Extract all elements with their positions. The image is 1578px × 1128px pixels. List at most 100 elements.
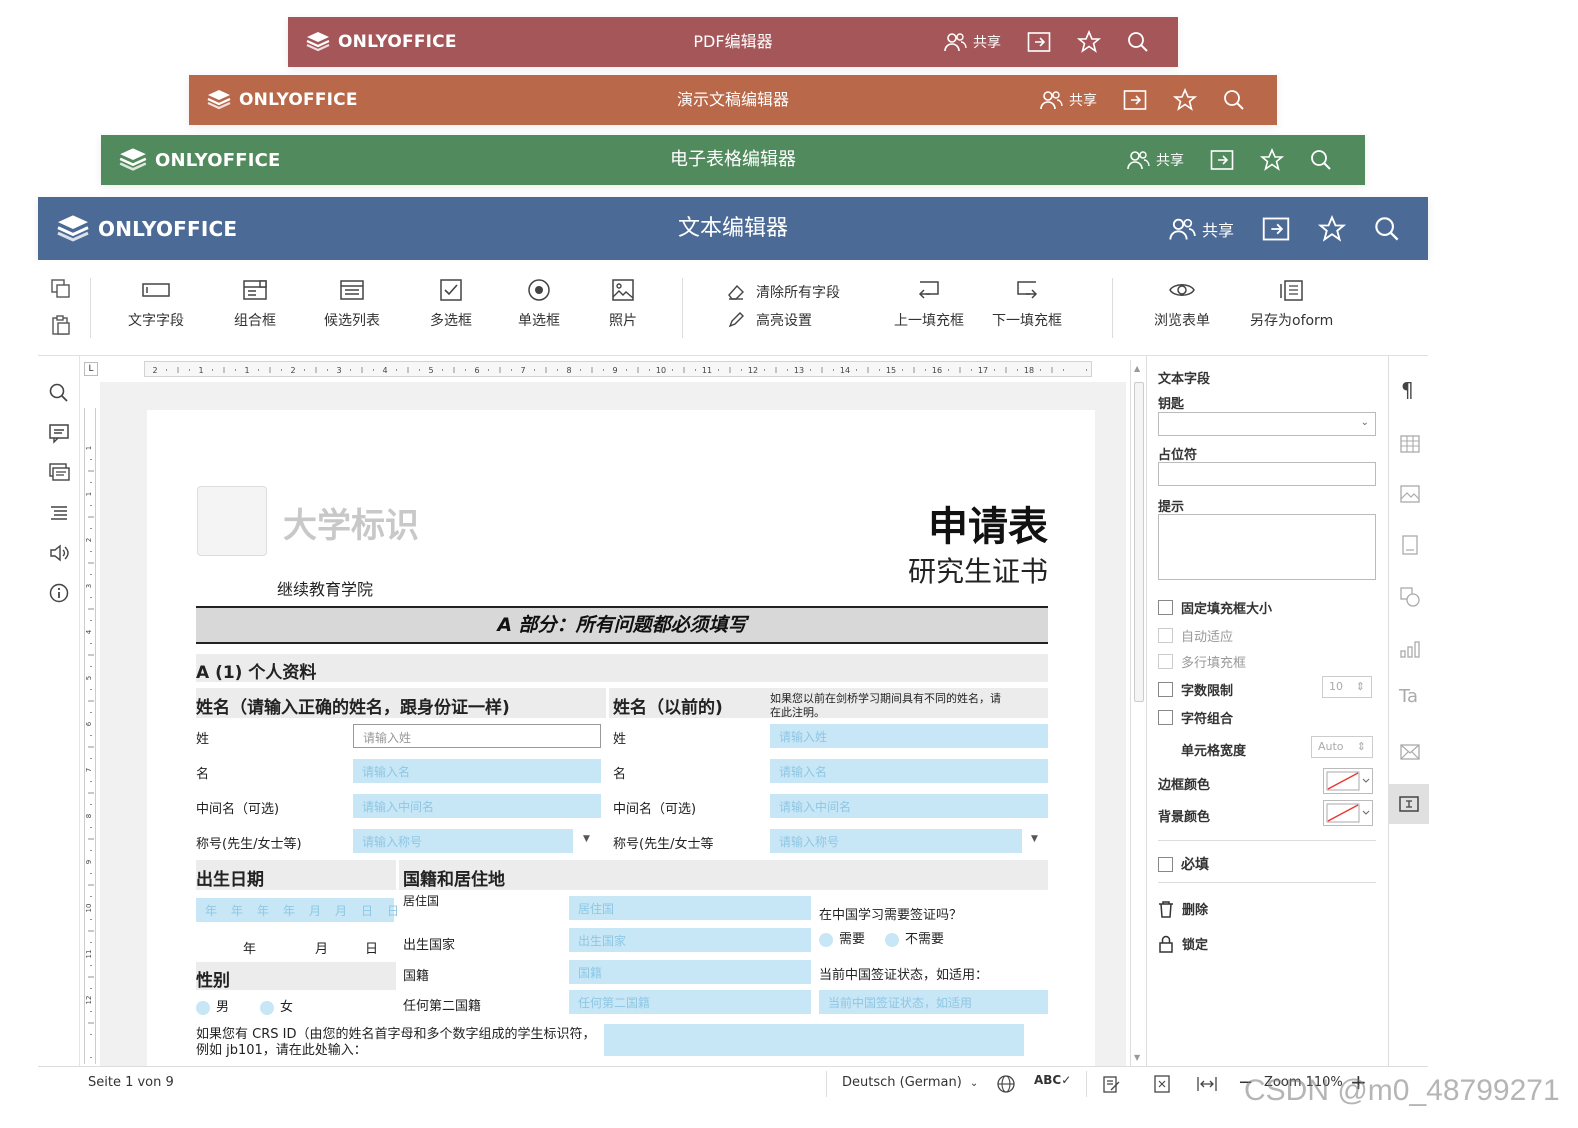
- nationality-field[interactable]: 国籍: [569, 960, 811, 984]
- radio-icon[interactable]: [196, 1000, 210, 1015]
- dob-field[interactable]: 年 年 年 年 月 月 日 日: [196, 898, 399, 922]
- shape-icon[interactable]: [1399, 586, 1421, 608]
- middle-name-field[interactable]: 请输入中间名: [353, 794, 601, 818]
- dropdown-list-button[interactable]: 候选列表: [324, 278, 380, 330]
- image-settings-icon[interactable]: [1399, 484, 1421, 504]
- view-form-button[interactable]: 浏览表单: [1154, 278, 1210, 330]
- scroll-up-icon[interactable]: ▲: [1134, 364, 1140, 373]
- fit-page-icon[interactable]: [1152, 1074, 1172, 1094]
- checkbox-box[interactable]: [1158, 682, 1173, 697]
- tip-textarea[interactable]: [1158, 514, 1376, 580]
- scroll-thumb[interactable]: [1134, 382, 1144, 702]
- vertical-scrollbar[interactable]: ▲ ▼: [1130, 360, 1146, 1066]
- comments-icon[interactable]: [48, 422, 70, 444]
- language-select[interactable]: Deutsch (German) ⌄: [842, 1075, 978, 1090]
- highlight-settings-button[interactable]: 高亮设置: [726, 310, 812, 330]
- checkbox-box[interactable]: [1158, 654, 1173, 669]
- form-settings-tab-active[interactable]: [1389, 784, 1429, 824]
- star-icon[interactable]: [1077, 30, 1101, 54]
- ruler-corner[interactable]: L: [84, 362, 98, 376]
- open-location-icon[interactable]: [1027, 31, 1051, 53]
- cell-width-spinner[interactable]: Auto ⇕: [1311, 736, 1373, 758]
- share-button[interactable]: 共享: [943, 31, 1001, 53]
- char-limit-spinner[interactable]: 10 ⇕: [1322, 676, 1372, 698]
- checkbox-box[interactable]: [1158, 710, 1173, 725]
- birth-country-field[interactable]: 出生国家: [569, 928, 811, 952]
- search-icon[interactable]: [48, 382, 70, 404]
- fixed-size-checkbox[interactable]: 固定填充框大小: [1158, 598, 1272, 617]
- combo-box-button[interactable]: 组合框: [234, 278, 276, 330]
- title-field[interactable]: 请输入称号: [353, 829, 573, 853]
- page-indicator[interactable]: Seite 1 von 9: [88, 1075, 174, 1090]
- required-checkbox[interactable]: 必填: [1158, 854, 1209, 874]
- spinner-arrows-icon[interactable]: ⇕: [1356, 680, 1365, 693]
- prev-title-field[interactable]: 请输入称号: [770, 829, 1022, 853]
- given-name-field[interactable]: 请输入名: [353, 759, 601, 783]
- search-icon[interactable]: [1127, 31, 1149, 53]
- save-as-oform-button[interactable]: 另存为oform: [1250, 278, 1333, 330]
- open-location-icon[interactable]: [1210, 149, 1234, 171]
- spellcheck-icon[interactable]: ABC✓: [1034, 1073, 1071, 1087]
- radio-icon[interactable]: [819, 932, 833, 947]
- lock-button[interactable]: 锁定: [1158, 934, 1208, 953]
- share-button[interactable]: 共享: [1168, 216, 1234, 242]
- vertical-ruler[interactable]: 1 1 2 3 4 5 6 7 8 9 10 11 12: [84, 408, 96, 1064]
- dropdown-arrow-icon[interactable]: ▼: [583, 834, 590, 844]
- header-footer-icon[interactable]: [1399, 534, 1421, 556]
- text-field-button[interactable]: 文字字段: [128, 278, 184, 330]
- text-art-icon[interactable]: Ta: [1399, 686, 1418, 707]
- info-icon[interactable]: [48, 582, 70, 604]
- gender-female-option[interactable]: 女: [260, 996, 293, 1015]
- copy-icon[interactable]: [50, 278, 72, 300]
- multiline-checkbox[interactable]: 多行填充框: [1158, 652, 1246, 671]
- star-icon[interactable]: [1318, 214, 1347, 243]
- table-icon[interactable]: [1399, 434, 1421, 454]
- navigation-icon[interactable]: [48, 502, 70, 524]
- scroll-down-icon[interactable]: ▼: [1134, 1053, 1140, 1062]
- image-button[interactable]: 照片: [608, 278, 638, 330]
- chat-icon[interactable]: [48, 462, 70, 484]
- search-icon[interactable]: [1374, 216, 1400, 242]
- prev-given-name-field[interactable]: 请输入名: [770, 759, 1048, 783]
- open-location-icon[interactable]: [1262, 216, 1290, 242]
- spinner-arrows-icon[interactable]: ⇕: [1357, 740, 1366, 753]
- clear-fields-button[interactable]: 清除所有字段: [726, 282, 840, 302]
- gender-male-option[interactable]: 男: [196, 996, 229, 1015]
- checkbox-button[interactable]: 多选框: [430, 278, 472, 330]
- delete-button[interactable]: 删除: [1158, 899, 1208, 918]
- crs-id-field[interactable]: [604, 1024, 1024, 1056]
- checkbox-box[interactable]: [1158, 856, 1173, 872]
- radio-icon[interactable]: [885, 932, 899, 947]
- second-nationality-field[interactable]: 任何第二国籍: [569, 990, 811, 1014]
- share-button[interactable]: 共享: [1039, 89, 1097, 111]
- residence-field[interactable]: 居住国: [569, 896, 811, 920]
- horizontal-ruler[interactable]: 2 1 1 2 3 4 5 6 7 8 9 10 11 12 13 14 15 16 17 18: [144, 361, 1092, 377]
- bg-color-picker[interactable]: [1323, 800, 1373, 826]
- border-color-picker[interactable]: [1323, 768, 1373, 794]
- checkbox-box[interactable]: [1158, 600, 1173, 615]
- comb-checkbox[interactable]: 字符组合: [1158, 708, 1233, 727]
- star-icon[interactable]: [1173, 88, 1197, 112]
- key-select[interactable]: ⌄: [1158, 412, 1376, 436]
- prev-middle-name-field[interactable]: 请输入中间名: [770, 794, 1048, 818]
- visa-yes-option[interactable]: 需要: [819, 928, 865, 947]
- globe-icon[interactable]: [996, 1074, 1016, 1094]
- mail-merge-icon[interactable]: [1399, 742, 1421, 762]
- autofit-checkbox[interactable]: 自动适应: [1158, 626, 1233, 645]
- search-icon[interactable]: [1310, 149, 1332, 171]
- radio-icon[interactable]: [260, 1000, 274, 1015]
- next-field-button[interactable]: 下一填充框: [992, 278, 1062, 330]
- surname-field[interactable]: 请输入姓: [353, 724, 601, 748]
- chart-icon[interactable]: [1399, 638, 1421, 660]
- paragraph-icon[interactable]: ¶: [1401, 378, 1414, 402]
- previous-field-button[interactable]: 上一填充框: [894, 278, 964, 330]
- visa-status-field[interactable]: 当前中国签证状态，如适用: [819, 990, 1048, 1014]
- share-button[interactable]: 共享: [1126, 149, 1184, 171]
- prev-surname-field[interactable]: 请输入姓: [770, 724, 1048, 748]
- document-canvas[interactable]: 大学标识 继续教育学院 申请表 研究生证书 A 部分：所有问题都必须填写 A (…: [100, 382, 1126, 1070]
- search-icon[interactable]: [1223, 89, 1245, 111]
- speaker-icon[interactable]: [48, 542, 70, 564]
- dropdown-arrow-icon[interactable]: ▼: [1031, 834, 1038, 844]
- checkbox-box[interactable]: [1158, 628, 1173, 643]
- track-changes-icon[interactable]: [1102, 1074, 1122, 1094]
